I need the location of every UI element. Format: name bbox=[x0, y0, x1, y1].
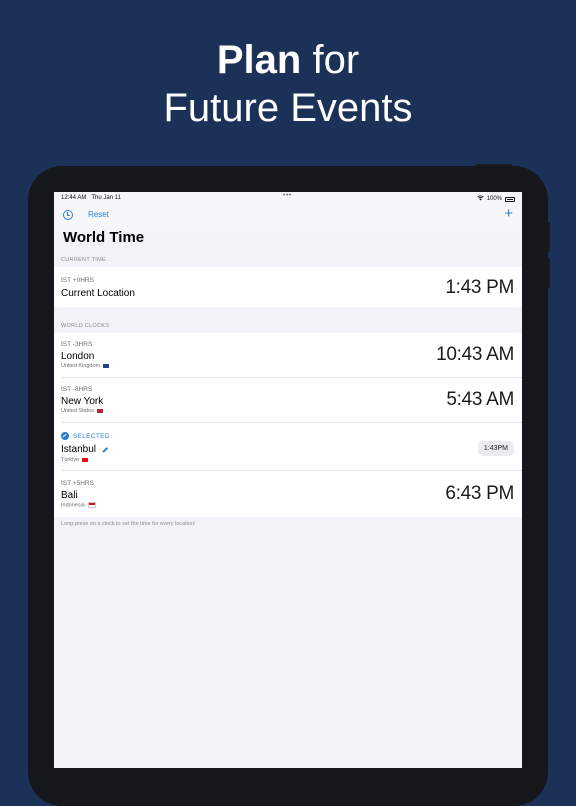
clock-city: London bbox=[61, 351, 95, 362]
multitask-dots[interactable]: ••• bbox=[283, 192, 292, 199]
status-right: 100% bbox=[476, 195, 515, 203]
promo-headline: Plan for Future Events bbox=[0, 36, 576, 132]
help-note: Long press on a clock to set the time fo… bbox=[61, 521, 196, 527]
clock-time: 6:43 PM bbox=[445, 483, 514, 504]
status-time-date: 12:44 AM Thu Jan 11 bbox=[61, 195, 121, 201]
clock-city: Istanbul bbox=[61, 444, 108, 455]
wifi-icon bbox=[476, 195, 484, 203]
nav-bar: Reset + bbox=[54, 204, 522, 232]
headline-bold: Plan bbox=[216, 38, 302, 82]
clock-offset: IST -3HRS bbox=[61, 341, 93, 348]
clock-country: Türkiye bbox=[61, 457, 89, 463]
clock-row-istanbul-selected[interactable]: SELECTED Istanbul Türkiye 1:43PM bbox=[54, 423, 522, 471]
time-picker-pill[interactable]: 1:43PM bbox=[477, 441, 514, 456]
clock-country: Indonesia bbox=[61, 502, 96, 508]
country-name: Türkiye bbox=[61, 457, 80, 463]
status-time: 12:44 AM bbox=[61, 195, 87, 201]
clock-country: United Kingdom bbox=[61, 363, 110, 369]
clock-time: 5:43 AM bbox=[446, 389, 514, 410]
headline-line2: Future Events bbox=[163, 86, 413, 130]
app-screen: 12:44 AM Thu Jan 11 ••• 100% Reset + Wor… bbox=[54, 192, 522, 768]
country-name: United States bbox=[61, 408, 95, 414]
clock-offset: IST -8HRS bbox=[61, 386, 93, 393]
country-name: Indonesia bbox=[61, 502, 85, 509]
battery-icon bbox=[505, 196, 515, 202]
selected-label: SELECTED bbox=[73, 432, 110, 440]
add-clock-button[interactable]: + bbox=[504, 205, 513, 222]
us-flag-icon bbox=[97, 408, 104, 413]
city-name: Istanbul bbox=[61, 444, 97, 455]
current-time: 1:43 PM bbox=[445, 277, 514, 298]
clock-offset: IST +5HRS bbox=[61, 480, 94, 487]
world-clock-list: IST -3HRS London United Kingdom 10:43 AM… bbox=[54, 333, 522, 519]
location-arrow-icon bbox=[61, 432, 69, 440]
headline-rest: for bbox=[301, 38, 360, 82]
selected-indicator: SELECTED bbox=[61, 432, 110, 440]
clock-row-bali[interactable]: IST +5HRS Bali Indonesia 6:43 PM bbox=[54, 471, 522, 517]
current-time-label: CURRENT TIME bbox=[61, 257, 106, 263]
clock-settings-icon[interactable] bbox=[63, 210, 73, 220]
world-clocks-label: WORLD CLOCKS bbox=[61, 323, 110, 329]
clock-row-new-york[interactable]: IST -8HRS New York United States 5:43 AM bbox=[54, 378, 522, 423]
uk-flag-icon bbox=[103, 363, 110, 368]
clock-city: New York bbox=[61, 396, 104, 407]
battery-percent: 100% bbox=[486, 196, 502, 202]
status-date: Thu Jan 11 bbox=[91, 195, 121, 201]
clock-time: 10:43 AM bbox=[436, 344, 514, 365]
country-name: United Kingdom bbox=[61, 363, 101, 369]
page-title: World Time bbox=[63, 229, 145, 246]
reset-button[interactable]: Reset bbox=[88, 210, 109, 219]
status-bar: 12:44 AM Thu Jan 11 ••• 100% bbox=[54, 192, 522, 204]
current-city: Current Location bbox=[61, 288, 135, 299]
current-offset: IST +0HRS bbox=[61, 277, 94, 284]
edit-pencil-icon[interactable] bbox=[102, 446, 108, 453]
clock-city: Bali bbox=[61, 490, 78, 501]
current-location-row[interactable]: IST +0HRS Current Location 1:43 PM bbox=[54, 267, 522, 307]
clock-row-london[interactable]: IST -3HRS London United Kingdom 10:43 AM bbox=[54, 333, 522, 378]
turkey-flag-icon bbox=[82, 457, 89, 462]
clock-country: United States bbox=[61, 408, 104, 414]
indonesia-flag-icon bbox=[87, 502, 96, 508]
